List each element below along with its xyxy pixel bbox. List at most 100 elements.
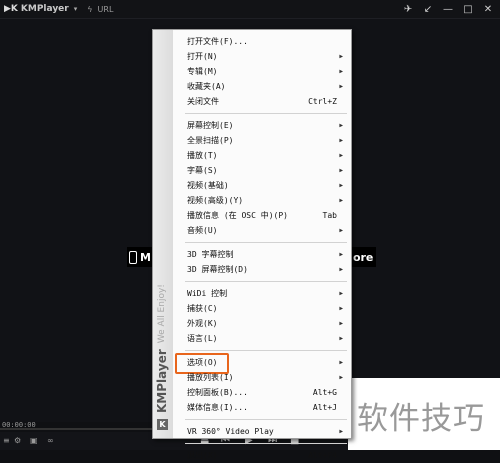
minimize-to-tray-icon[interactable]: ↙: [418, 0, 438, 18]
watermark: 软件技巧: [357, 401, 485, 437]
menu-brand-strip: K KMPlayer We All Enjoy!: [153, 30, 173, 438]
menu-item[interactable]: VR 360° Video Play ▶: [173, 424, 351, 439]
menu-item-shortcut: Alt+G: [312, 388, 337, 397]
menu-separator: [185, 113, 347, 114]
app-menu-button[interactable]: ▶K KMPlayer ▾: [4, 4, 77, 14]
menu-item[interactable]: 语言(L) ▶: [173, 331, 351, 346]
menu-item[interactable]: 媒体信息(I)... Alt+J: [173, 400, 351, 415]
menu-item-label: 播放列表(I): [187, 373, 234, 382]
menu-item[interactable]: 播放列表(I) ▶: [173, 370, 351, 385]
submenu-arrow-icon: ▶: [339, 227, 343, 234]
menu-item-label: 控制面板(B)...: [187, 388, 248, 397]
menu-icon[interactable]: ≡: [3, 436, 10, 445]
menu-item-label: 打开(N): [187, 52, 218, 61]
submenu-arrow-icon: ▶: [339, 182, 343, 189]
menu-item[interactable]: 选项(O) ▶: [173, 353, 351, 374]
menu-item-shortcut: Tab: [322, 211, 337, 220]
submenu-arrow-icon: ▶: [339, 359, 343, 366]
submenu-arrow-icon: ▶: [339, 335, 343, 342]
menu-item[interactable]: 字幕(S) ▶: [173, 163, 351, 178]
menu-item-label: WiDi 控制: [187, 289, 228, 298]
submenu-arrow-icon: ▶: [339, 122, 343, 129]
menu-item[interactable]: 屏幕控制(E) ▶: [173, 118, 351, 133]
promo-banner-left[interactable]: M: [127, 247, 153, 267]
menu-brand: KMPlayer: [155, 349, 169, 413]
submenu-arrow-icon: ▶: [339, 68, 343, 75]
app-name: KMPlayer: [20, 4, 69, 14]
menu-item-label: 捕获(C): [187, 304, 218, 313]
submenu-arrow-icon: ▶: [339, 290, 343, 297]
menu-item-label: 音频(U): [187, 226, 218, 235]
menu-item-label: 播放信息 (在 OSC 中)(P): [187, 211, 288, 220]
menu-item-label: 视频(基础): [187, 181, 229, 190]
menu-item-label: 播放(T): [187, 151, 218, 160]
submenu-arrow-icon: ▶: [339, 197, 343, 204]
chevron-down-icon: ▾: [73, 5, 78, 13]
menu-item-label: 全景扫描(P): [187, 136, 234, 145]
menu-item[interactable]: 捕获(C) ▶: [173, 301, 351, 316]
menu-item[interactable]: 3D 屏幕控制(D) ▶: [173, 262, 351, 277]
menu-item[interactable]: 播放(T) ▶: [173, 148, 351, 163]
kmplayer-k-icon: K: [156, 419, 168, 430]
menu-item-label: 3D 字幕控制: [187, 250, 234, 259]
submenu-arrow-icon: ▶: [339, 83, 343, 90]
menu-item[interactable]: 视频(基础) ▶: [173, 178, 351, 193]
title-bar: ▶K KMPlayer ▾ ϟ URL ✈ ↙ — □ ✕: [0, 0, 500, 19]
menu-separator: [185, 242, 347, 243]
submenu-arrow-icon: ▶: [339, 152, 343, 159]
menu-separator: [185, 281, 347, 282]
url-button[interactable]: ϟ URL: [87, 5, 113, 14]
submenu-arrow-icon: ▶: [339, 305, 343, 312]
menu-item-label: 专辑(M): [187, 67, 218, 76]
menu-item[interactable]: 3D 字幕控制 ▶: [173, 247, 351, 262]
close-icon[interactable]: ✕: [478, 0, 498, 18]
submenu-arrow-icon: ▶: [339, 53, 343, 60]
phone-icon: [129, 250, 138, 264]
kmplayer-logo-icon: ▶K: [4, 4, 18, 14]
menu-item-label: 视频(高级)(Y): [187, 196, 244, 205]
menu-item[interactable]: 打开文件(F)...: [173, 34, 351, 49]
menu-items: 打开文件(F)... 打开(N) ▶ 专辑(M) ▶ 收藏夹(A) ▶ 关闭文件 Ctrl+Z 屏…: [173, 34, 351, 463]
menu-item-label: VR 360° Video Play: [187, 427, 274, 436]
menu-item[interactable]: 打开(N) ▶: [173, 49, 351, 64]
menu-item-label: 关闭文件: [187, 97, 219, 106]
submenu-arrow-icon: ▶: [339, 320, 343, 327]
menu-item[interactable]: 收藏夹(A) ▶: [173, 79, 351, 94]
restore-icon[interactable]: □: [458, 0, 478, 18]
pin-icon[interactable]: ✈: [398, 0, 418, 18]
menu-item[interactable]: 全景扫描(P) ▶: [173, 133, 351, 148]
settings-icon[interactable]: ⚙: [14, 436, 21, 445]
menu-item-shortcut: Ctrl+Z: [308, 97, 337, 106]
menu-separator: [185, 419, 347, 420]
menu-item[interactable]: 视频(高级)(Y) ▶: [173, 193, 351, 208]
menu-item-label: 3D 屏幕控制(D): [187, 265, 248, 274]
menu-item-label: 选项(O): [187, 358, 218, 367]
context-menu: K KMPlayer We All Enjoy! 打开文件(F)... 打开(N)…: [152, 29, 352, 460]
menu-item[interactable]: 控制面板(B)... Alt+G: [173, 385, 351, 400]
menu-item-shortcut: Alt+F4: [308, 451, 337, 460]
menu-item-label: 媒体信息(I)...: [187, 403, 248, 412]
menu-item-label: 语言(L): [187, 334, 218, 343]
menu-item-label: 外观(K): [187, 319, 218, 328]
menu-item[interactable]: 播放信息 (在 OSC 中)(P) Tab: [173, 208, 351, 223]
menu-item-label: 打开文件(F)...: [187, 37, 248, 46]
submenu-arrow-icon: ▶: [339, 374, 343, 381]
menu-item[interactable]: WiDi 控制 ▶: [173, 286, 351, 301]
menu-item-label: 字幕(S): [187, 166, 218, 175]
url-label: URL: [97, 4, 114, 14]
menu-item[interactable]: 音频(U) ▶: [173, 223, 351, 238]
3d-icon[interactable]: ▣: [30, 436, 38, 445]
menu-item[interactable]: 外观(K) ▶: [173, 316, 351, 331]
menu-item[interactable]: 专辑(M) ▶: [173, 64, 351, 79]
submenu-arrow-icon: ▶: [339, 266, 343, 273]
menu-item-shortcut: Alt+J: [312, 403, 337, 412]
vr-icon[interactable]: ∞: [47, 436, 54, 445]
submenu-arrow-icon: ▶: [339, 251, 343, 258]
lightning-icon: ϟ: [87, 4, 93, 14]
submenu-arrow-icon: ▶: [339, 428, 343, 435]
menu-separator: [185, 350, 347, 351]
menu-tagline: We All Enjoy!: [157, 284, 167, 344]
minimize-icon[interactable]: —: [438, 0, 458, 18]
menu-item[interactable]: 关闭文件 Ctrl+Z: [173, 94, 351, 109]
menu-item[interactable]: 退出(X) Alt+F4: [173, 448, 351, 463]
